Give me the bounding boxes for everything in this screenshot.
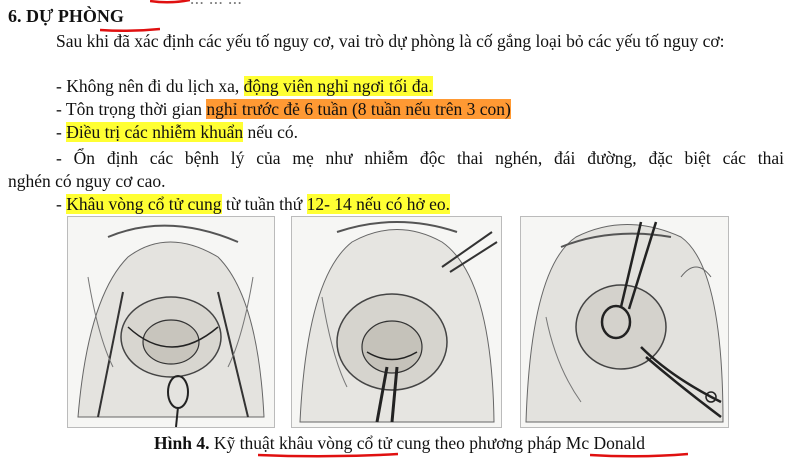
intro-paragraph: Sau khi đã xác định các yếu tố nguy cơ, …	[56, 31, 725, 51]
highlighted-text: Khâu vòng cổ tử cung	[66, 194, 222, 214]
bullet-5: - Khâu vòng cổ tử cung từ tuần thứ 12- 1…	[56, 193, 450, 215]
bullet-2: - Tôn trọng thời gian nghỉ trước đẻ 6 tu…	[56, 98, 511, 120]
highlighted-text: nghỉ trước đẻ 6 tuần (8 tuần nếu trên 3 …	[206, 99, 511, 119]
bullet-1: - Không nên đi du lịch xa, động viên ngh…	[56, 75, 433, 97]
bullet-text: - Tôn trọng thời gian	[56, 99, 207, 119]
bullet-3: - Điều trị các nhiễm khuẩn nếu có.	[56, 121, 298, 143]
red-underline	[590, 452, 688, 458]
bullet-text: - Không nên đi du lịch xa,	[56, 76, 244, 96]
highlighted-text: Điều trị các nhiễm khuẩn	[66, 122, 244, 142]
red-pen-mark	[150, 0, 190, 4]
bullet-4-line-2: nghén có nguy cơ cao.	[8, 171, 166, 191]
surgical-illustration	[525, 221, 724, 423]
caption-label: Hình 4.	[154, 433, 210, 453]
figure-image-2	[291, 216, 502, 428]
figure-caption: Hình 4. Kỹ thuật khâu vòng cổ tử cung th…	[0, 433, 799, 454]
red-underline	[258, 452, 398, 458]
bullet-text: -	[56, 122, 67, 142]
bullet-text: nếu có.	[243, 122, 299, 142]
cut-off-text: ... ... ...	[190, 0, 242, 9]
surgical-illustration	[299, 221, 498, 423]
section-heading: 6. DỰ PHÒNG	[8, 6, 124, 26]
surgical-illustration	[77, 224, 265, 427]
highlighted-text: động viên nghỉ ngơi tối đa.	[243, 76, 433, 96]
bullet-text: từ tuần thứ	[221, 194, 307, 214]
caption-text: Kỹ thuật khâu vòng cổ tử cung theo phươn…	[209, 433, 645, 453]
bullet-text: -	[56, 194, 67, 214]
highlighted-text: 12- 14 nếu có hở eo.	[306, 194, 450, 214]
figure-image-1	[67, 216, 275, 428]
bullet-4-line-1: - Ổn định các bệnh lý của mẹ như nhiễm đ…	[56, 148, 784, 168]
figure-image-3	[520, 216, 729, 428]
